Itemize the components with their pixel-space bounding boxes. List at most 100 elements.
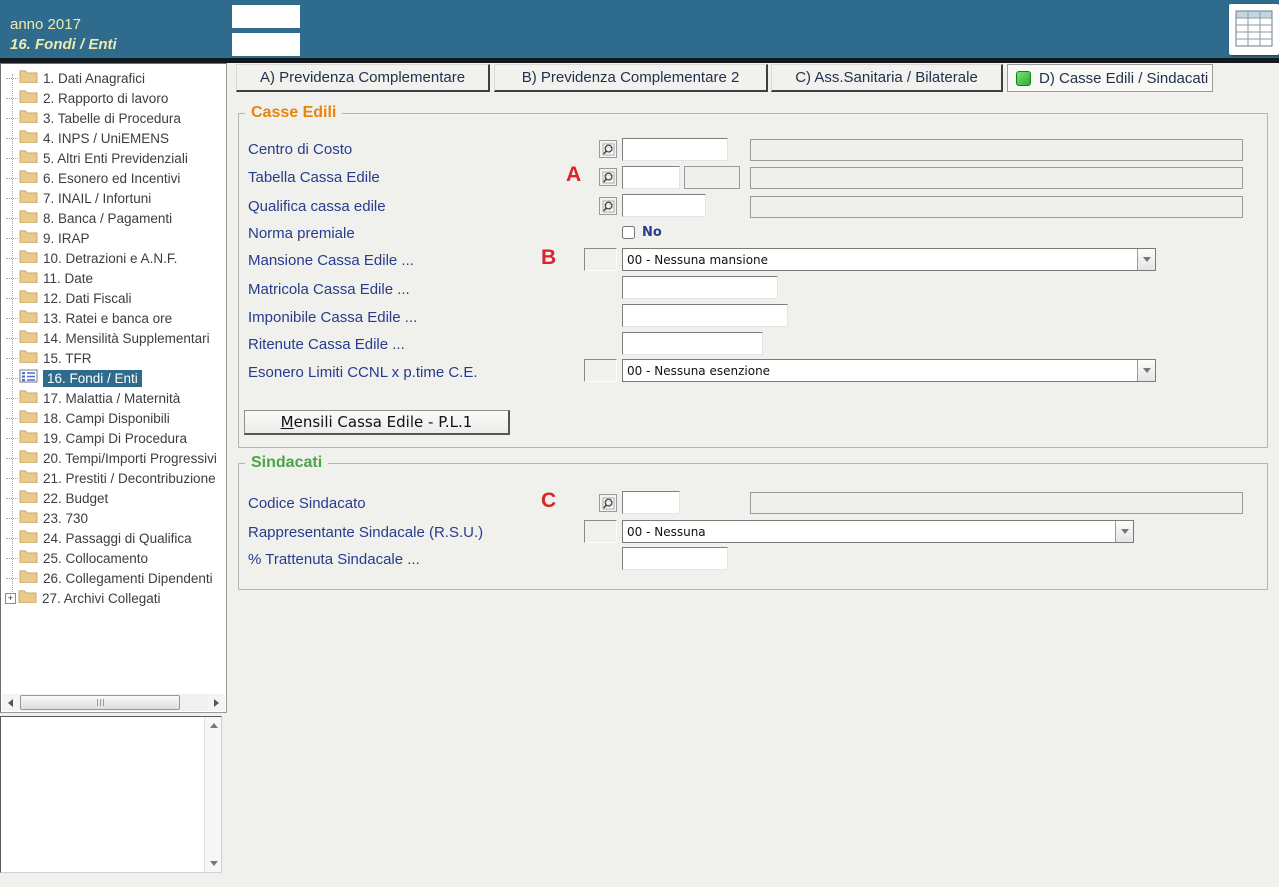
- sidebar-item-label: 16. Fondi / Enti: [43, 370, 142, 387]
- chevron-down-icon[interactable]: [1115, 521, 1133, 542]
- rappresentante-sindacale-select[interactable]: 00 - Nessuna: [622, 520, 1134, 543]
- qualifica-cassa-edile-lookup-button[interactable]: [599, 197, 617, 215]
- tree-connector: [6, 118, 18, 119]
- sidebar-item[interactable]: 20. Tempi/Importi Progressivi: [1, 448, 226, 468]
- tree-horizontal-scrollbar[interactable]: [2, 694, 225, 711]
- sidebar-item[interactable]: 14. Mensilità Supplementari: [1, 328, 226, 348]
- qualifica-cassa-edile-input[interactable]: [622, 194, 706, 217]
- sidebar-item[interactable]: 16. Fondi / Enti: [1, 368, 226, 388]
- sidebar-item-label: 5. Altri Enti Previdenziali: [43, 151, 188, 166]
- sidebar-item[interactable]: 22. Budget: [1, 488, 226, 508]
- centro-di-costo-input[interactable]: [622, 138, 728, 161]
- trattenuta-sindacale-input[interactable]: [622, 547, 728, 570]
- notes-panel[interactable]: [0, 716, 222, 873]
- sidebar-item-label: 20. Tempi/Importi Progressivi: [43, 451, 217, 466]
- scroll-down-button[interactable]: [205, 855, 222, 872]
- sidebar-item-label: 22. Budget: [43, 491, 108, 506]
- tree-connector: [6, 578, 18, 579]
- sidebar-item[interactable]: 4. INPS / UniEMENS: [1, 128, 226, 148]
- folder-icon: [19, 169, 38, 188]
- sidebar-item[interactable]: 9. IRAP: [1, 228, 226, 248]
- folder-icon: [19, 149, 38, 168]
- mansione-cassa-edile-select[interactable]: 00 - Nessuna mansione: [622, 248, 1156, 271]
- sidebar-item[interactable]: 13. Ratei e banca ore: [1, 308, 226, 328]
- sidebar-item-label: 13. Ratei e banca ore: [43, 311, 172, 326]
- sidebar-item[interactable]: 23. 730: [1, 508, 226, 528]
- scrollbar-thumb[interactable]: [20, 695, 180, 710]
- codice-sindacato-lookup-button[interactable]: [599, 494, 617, 512]
- chevron-down-icon[interactable]: [1137, 360, 1155, 381]
- sidebar-item[interactable]: 26. Collegamenti Dipendenti: [1, 568, 226, 588]
- tab-previdenza-complementare[interactable]: A) Previdenza Complementare: [236, 64, 490, 92]
- codice-sindacato-label: Codice Sindacato: [248, 495, 366, 512]
- tree-connector: [6, 518, 18, 519]
- header-year: anno 2017: [10, 16, 81, 33]
- folder-icon: [19, 329, 38, 348]
- ritenute-cassa-edile-input[interactable]: [622, 332, 763, 355]
- folder-icon: [19, 209, 38, 228]
- sidebar-item-label: 14. Mensilità Supplementari: [43, 331, 210, 346]
- codice-sindacato-input[interactable]: [622, 491, 680, 514]
- sidebar-item[interactable]: 12. Dati Fiscali: [1, 288, 226, 308]
- app-window: anno 2017 16. Fondi / Enti 1. Dati Anagr…: [0, 0, 1279, 887]
- tree-connector: [6, 398, 18, 399]
- rappresentante-sindacale-label: Rappresentante Sindacale (R.S.U.): [248, 524, 483, 541]
- sidebar-item-label: 23. 730: [43, 511, 88, 526]
- sidebar-item[interactable]: 24. Passaggi di Qualifica: [1, 528, 226, 548]
- sidebar-item[interactable]: 2. Rapporto di lavoro: [1, 88, 226, 108]
- expand-plus-icon[interactable]: +: [5, 593, 16, 604]
- magnifier-icon: [602, 143, 615, 156]
- tab-casse-edili-sindacati[interactable]: D) Casse Edili / Sindacati: [1007, 64, 1213, 92]
- trattenuta-sindacale-label: % Trattenuta Sindacale ...: [248, 551, 420, 568]
- sidebar-item[interactable]: 1. Dati Anagrafici: [1, 68, 226, 88]
- tabella-cassa-edile-lookup-button[interactable]: [599, 168, 617, 186]
- esonero-limiti-label: Esonero Limiti CCNL x p.time C.E.: [248, 364, 478, 381]
- magnifier-icon: [602, 200, 615, 213]
- sidebar-item[interactable]: 11. Date: [1, 268, 226, 288]
- arrow-left-icon: [8, 699, 13, 707]
- rsu-selected-value: 00 - Nessuna: [623, 525, 1115, 539]
- norma-premiale-checkbox[interactable]: [622, 226, 635, 239]
- tree-connector: [6, 138, 18, 139]
- folder-icon: [19, 509, 38, 528]
- scroll-right-button[interactable]: [208, 694, 225, 711]
- centro-di-costo-lookup-button[interactable]: [599, 140, 617, 158]
- esonero-limiti-select[interactable]: 00 - Nessuna esenzione: [622, 359, 1156, 382]
- sidebar-item[interactable]: 7. INAIL / Infortuni: [1, 188, 226, 208]
- mansione-code-box: [584, 248, 617, 271]
- sidebar-item-label: 18. Campi Disponibili: [43, 411, 170, 426]
- sidebar-item[interactable]: 17. Malattia / Maternità: [1, 388, 226, 408]
- sidebar-item-label: 26. Collegamenti Dipendenti: [43, 571, 213, 586]
- tab-previdenza-complementare-2[interactable]: B) Previdenza Complementare 2: [494, 64, 768, 92]
- sidebar-item[interactable]: 15. TFR: [1, 348, 226, 368]
- arrow-right-icon: [214, 699, 219, 707]
- notes-vertical-scrollbar[interactable]: [204, 717, 221, 872]
- mensili-cassa-edile-button[interactable]: Mensili Cassa Edile - P.L.1: [244, 410, 510, 435]
- matricola-cassa-edile-input[interactable]: [622, 276, 778, 299]
- sidebar-item[interactable]: 3. Tabelle di Procedura: [1, 108, 226, 128]
- sidebar-item[interactable]: +27. Archivi Collegati: [1, 588, 226, 608]
- imponibile-cassa-edile-input[interactable]: [622, 304, 788, 327]
- sidebar-item[interactable]: 21. Prestiti / Decontribuzione: [1, 468, 226, 488]
- folder-icon: [19, 129, 38, 148]
- folder-icon: [18, 589, 37, 608]
- active-tab-indicator-icon: [1016, 71, 1031, 86]
- sidebar-item[interactable]: 19. Campi Di Procedura: [1, 428, 226, 448]
- casse-edili-legend: Casse Edili: [245, 104, 342, 122]
- sidebar-item[interactable]: 5. Altri Enti Previdenziali: [1, 148, 226, 168]
- sidebar-item[interactable]: 8. Banca / Pagamenti: [1, 208, 226, 228]
- scroll-up-button[interactable]: [205, 717, 222, 734]
- sidebar-item-label: 6. Esonero ed Incentivi: [43, 171, 180, 186]
- tab-ass-sanitaria-bilaterale[interactable]: C) Ass.Sanitaria / Bilaterale: [771, 64, 1003, 92]
- folder-icon: [19, 289, 38, 308]
- sidebar-item[interactable]: 25. Collocamento: [1, 548, 226, 568]
- sidebar-item[interactable]: 10. Detrazioni e A.N.F.: [1, 248, 226, 268]
- chevron-down-icon[interactable]: [1137, 249, 1155, 270]
- scroll-left-button[interactable]: [2, 694, 19, 711]
- sidebar-item[interactable]: 6. Esonero ed Incentivi: [1, 168, 226, 188]
- tabella-cassa-edile-input[interactable]: [622, 166, 680, 189]
- matricola-cassa-edile-label: Matricola Cassa Edile ...: [248, 281, 410, 298]
- folder-icon: [19, 469, 38, 488]
- sidebar-item[interactable]: 18. Campi Disponibili: [1, 408, 226, 428]
- ritenute-cassa-edile-label: Ritenute Cassa Edile ...: [248, 336, 405, 353]
